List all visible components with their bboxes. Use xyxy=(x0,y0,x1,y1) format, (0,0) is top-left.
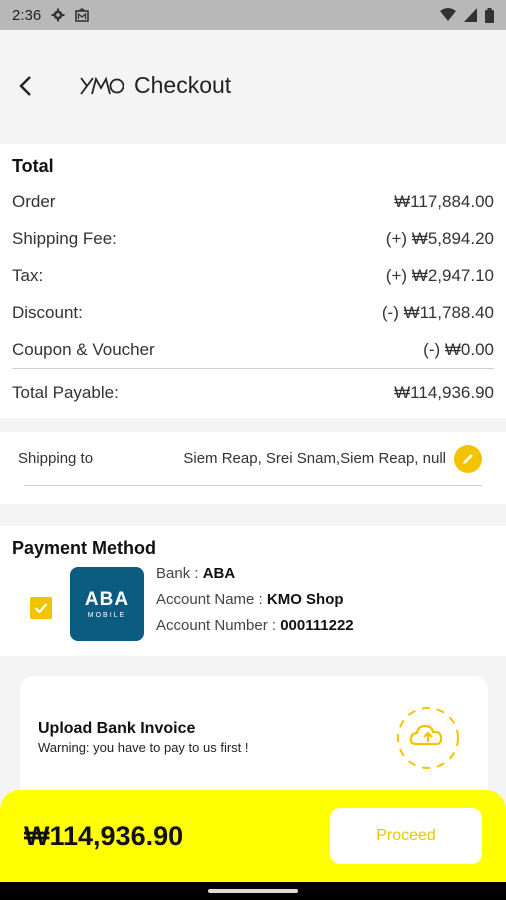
proceed-button[interactable]: Proceed xyxy=(330,808,482,864)
row-label: Tax: xyxy=(12,265,44,285)
row-value: ₩117,884.00 xyxy=(394,191,494,211)
settings-icon xyxy=(51,8,65,22)
shipping-card: Shipping to Siem Reap, Srei Snam,Siem Re… xyxy=(0,432,506,504)
bank-logo: ABA MOBILE xyxy=(70,567,144,641)
tax-row: Tax: (+) ₩2,947.10 xyxy=(12,257,494,294)
wifi-icon xyxy=(440,8,456,21)
row-value: (+) ₩2,947.10 xyxy=(385,265,494,285)
total-payable-row: Total Payable: ₩114,936.90 xyxy=(12,369,494,417)
row-value: (-) ₩0.00 xyxy=(423,339,494,359)
bank-logo-text: ABA xyxy=(84,589,130,610)
coupon-row: Coupon & Voucher (-) ₩0.00 xyxy=(12,331,494,368)
payment-title: Payment Method xyxy=(12,538,157,558)
app-bar: Checkout xyxy=(0,30,506,142)
upload-invoice-card[interactable]: Upload Bank Invoice Warning: you have to… xyxy=(20,676,488,806)
account-number-line: Account Number : 000111222 xyxy=(156,613,354,639)
bank-value: ABA xyxy=(202,565,236,582)
payment-method-card: Payment Method ABA MOBILE Bank : ABA Acc… xyxy=(0,526,506,656)
payment-checkbox[interactable] xyxy=(30,597,52,619)
cloud-upload-icon[interactable] xyxy=(394,704,462,772)
battery-icon xyxy=(485,7,494,23)
discount-row: Discount: (-) ₩11,788.40 xyxy=(12,294,494,331)
row-label: Coupon & Voucher xyxy=(12,339,155,359)
order-row: Order ₩117,884.00 xyxy=(12,183,494,220)
account-name-line: Account Name : KMO Shop xyxy=(156,587,354,613)
account-number-value: 000111222 xyxy=(280,617,354,634)
total-title: Total xyxy=(12,156,54,176)
account-number-label: Account Number : xyxy=(156,617,281,634)
bank-label: Bank : xyxy=(156,565,203,582)
account-name-label: Account Name : xyxy=(156,591,267,608)
home-handle[interactable] xyxy=(208,889,298,893)
row-label: Shipping Fee: xyxy=(12,228,117,248)
row-label: Order xyxy=(12,191,56,211)
brand-logo xyxy=(80,76,125,101)
bank-info: Bank : ABA Account Name : KMO Shop Accou… xyxy=(156,561,354,639)
chevron-left-icon xyxy=(19,76,31,96)
bank-line: Bank : ABA xyxy=(156,561,354,587)
page-title: Checkout xyxy=(134,72,232,98)
footer-total: ₩114,936.90 xyxy=(24,820,184,851)
pencil-icon xyxy=(463,453,473,464)
bank-logo-subtext: MOBILE xyxy=(87,612,127,619)
row-value: (+) ₩5,894.20 xyxy=(385,228,494,248)
status-bar: 2:36 xyxy=(0,0,506,30)
status-time: 2:36 xyxy=(12,6,42,24)
kmo-logo-icon xyxy=(80,76,125,95)
account-name-value: KMO Shop xyxy=(266,591,344,608)
total-payable-value: ₩114,936.90 xyxy=(394,383,494,402)
row-label: Discount: xyxy=(12,302,83,322)
shipping-fee-row: Shipping Fee: (+) ₩5,894.20 xyxy=(12,220,494,257)
shipping-row: Shipping to Siem Reap, Srei Snam,Siem Re… xyxy=(18,432,482,486)
system-nav-bar xyxy=(0,882,506,900)
check-icon xyxy=(34,603,48,614)
total-rows: Order ₩117,884.00 Shipping Fee: (+) ₩5,8… xyxy=(12,183,494,417)
checkout-footer: ₩114,936.90 Proceed xyxy=(0,790,506,882)
shipping-address: Siem Reap, Srei Snam,Siem Reap, null xyxy=(183,450,446,467)
back-button[interactable] xyxy=(12,70,40,102)
row-value: (-) ₩11,788.40 xyxy=(381,302,494,322)
total-payable-label: Total Payable: xyxy=(12,383,119,402)
payment-option[interactable]: ABA MOBILE Bank : ABA Account Name : KMO… xyxy=(12,565,494,641)
shipping-label: Shipping to xyxy=(18,450,94,467)
total-summary-card: Total Order ₩117,884.00 Shipping Fee: (+… xyxy=(0,144,506,418)
cell-signal-icon xyxy=(464,8,477,22)
edit-address-button[interactable] xyxy=(454,444,482,473)
notification-app-icon xyxy=(75,8,90,22)
